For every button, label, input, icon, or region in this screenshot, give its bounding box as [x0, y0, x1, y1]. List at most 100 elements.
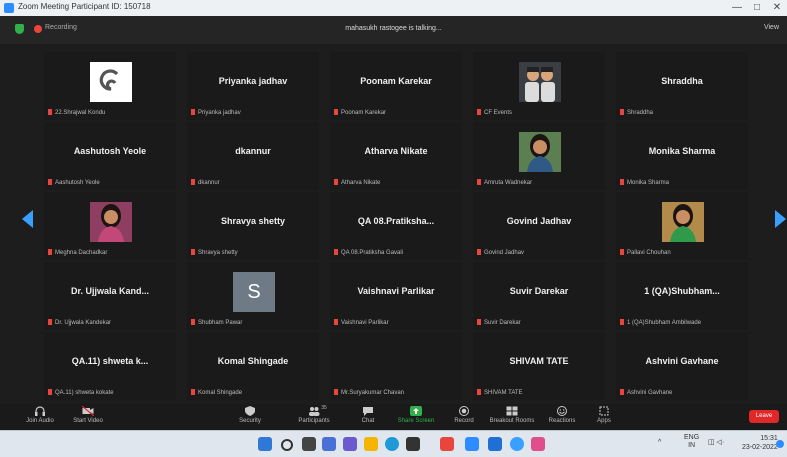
edge-browser-icon[interactable] [385, 437, 399, 451]
store-icon[interactable] [406, 437, 420, 451]
participant-tile[interactable]: Komal Shingade Komal Shingade [187, 332, 319, 400]
participant-name-label: Monika Sharma [620, 179, 669, 186]
notification-icon[interactable] [776, 440, 784, 448]
meeting-controls: Join Audio Start Video Security Particip… [0, 404, 787, 430]
participant-name-label: Pallavi Chouhan [620, 249, 671, 256]
chat-button[interactable]: Chat [344, 406, 392, 424]
breakout-rooms-label: Breakout Rooms [489, 418, 535, 424]
participant-name-label: Amruta Wadnekar [477, 179, 532, 186]
office-app-icon[interactable] [440, 437, 454, 451]
teams-chat-icon[interactable] [343, 437, 357, 451]
participant-tile[interactable]: SHIVAM TATE SHIVAM TATE [473, 332, 605, 400]
windows-start-icon[interactable] [258, 437, 272, 451]
participant-tile[interactable]: Aashutosh Yeole Aashutosh Yeole [44, 122, 176, 190]
participant-tile[interactable]: dkannur dkannur [187, 122, 319, 190]
participant-name-label: Vaishnavi Parlikar [334, 319, 389, 326]
windows-taskbar: ^ ENG IN ◫ ◁· 15:31 23-02-2022 [0, 430, 787, 457]
language-label: ENG [684, 434, 700, 441]
participant-tile[interactable]: Pallavi Chouhan [616, 192, 748, 260]
breakout-icon [506, 406, 518, 416]
file-explorer-icon[interactable] [364, 437, 378, 451]
record-button[interactable]: Record [440, 406, 488, 424]
active-speaker-text: mahasukh rastogee is talking... [345, 25, 442, 32]
apps-icon [599, 406, 609, 416]
security-button[interactable]: Security [226, 406, 274, 424]
chat-label: Chat [361, 418, 375, 424]
participant-tile[interactable]: Meghna Dachadkar [44, 192, 176, 260]
participant-tile[interactable]: Priyanka jadhav Priyanka jadhav [187, 52, 319, 120]
participant-tile[interactable]: Amruta Wadnekar [473, 122, 605, 190]
participant-tile[interactable]: S Shubham Pawar [187, 262, 319, 330]
participant-tile[interactable]: Govind Jadhav Govind Jadhav [473, 192, 605, 260]
participant-name-label: Shubham Pawar [191, 319, 242, 326]
participant-name-label: Dr. Ujjwala Kandekar [48, 319, 111, 326]
window-title: Zoom Meeting Participant ID: 150718 [18, 2, 151, 11]
participant-tile[interactable]: Vaishnavi Parlikar Vaishnavi Parlikar [330, 262, 462, 330]
participant-tile[interactable]: QA.11) shweta k... QA.11) shweta kokate [44, 332, 176, 400]
reactions-button[interactable]: Reactions [538, 406, 586, 424]
participant-tile[interactable]: QA 08.Pratiksha... QA 08.Pratiksha Gavali [330, 192, 462, 260]
next-page-arrow-icon[interactable] [775, 210, 786, 228]
join-audio-label: Join Audio [26, 418, 54, 424]
participant-display-name: Dr. Ujjwala Kand... [70, 286, 150, 296]
network-volume-icon[interactable]: ◫ ◁· [708, 438, 724, 446]
participant-grid: 22.Shrajwal Kondu Priyanka jadhav Priyanka… [44, 52, 754, 400]
participant-tile[interactable]: Shraddha Shraddha [616, 52, 748, 120]
breakout-rooms-button[interactable]: Breakout Rooms [488, 406, 536, 424]
participant-tile[interactable]: CF Events [473, 52, 605, 120]
letter-avatar: S [233, 272, 275, 312]
shield-icon [245, 406, 255, 416]
outlook-icon[interactable] [488, 437, 502, 451]
participant-tile[interactable]: Atharva Nikate Atharva Nikate [330, 122, 462, 190]
start-video-button[interactable]: Start Video [64, 406, 112, 424]
join-audio-button[interactable]: Join Audio [16, 406, 64, 424]
language-indicator[interactable]: ENG IN [684, 434, 699, 450]
participant-tile[interactable]: Ashvini Gavhane Ashvini Gavhane [616, 332, 748, 400]
participant-display-name: Vaishnavi Parlikar [357, 286, 435, 296]
task-view-icon[interactable] [302, 437, 316, 451]
start-video-label: Start Video [73, 418, 103, 424]
photos-icon[interactable] [531, 437, 545, 451]
leave-button[interactable]: Leave [749, 410, 779, 423]
close-button[interactable]: ✕ [764, 1, 787, 15]
profile-photo-avatar [90, 202, 132, 242]
participant-name-label: Priyanka jadhav [191, 109, 241, 116]
share-screen-label: Share Screen [397, 418, 435, 424]
record-icon [459, 406, 469, 416]
participant-name-label: 1 (QA)Shubham Ambilwade [620, 319, 701, 326]
participant-tile[interactable]: Poonam Karekar Poonam Karekar [330, 52, 462, 120]
share-screen-button[interactable]: Share Screen [392, 406, 440, 424]
clock[interactable]: 15:31 23-02-2022 [742, 434, 778, 452]
participant-name-label: QA.11) shweta kokate [48, 389, 114, 396]
apps-button[interactable]: Apps [580, 406, 628, 424]
participant-name-label: Suvir Darekar [477, 319, 521, 326]
participant-display-name: Komal Shingade [217, 356, 289, 366]
participant-display-name: Aashutosh Yeole [73, 146, 147, 156]
record-label: Record [454, 418, 474, 424]
participant-display-name: SHIVAM TATE [509, 356, 569, 366]
clock-date: 23-02-2022 [742, 444, 778, 451]
view-button[interactable]: View [764, 24, 779, 31]
participant-tile[interactable]: Shravya shetty Shravya shetty [187, 192, 319, 260]
participant-display-name: dkannur [235, 146, 271, 156]
tray-chevron-icon[interactable]: ^ [658, 439, 661, 446]
window-titlebar: Zoom Meeting Participant ID: 150718 — □ … [0, 0, 787, 17]
app-taskbar-icon[interactable] [510, 437, 524, 451]
participant-display-name: Monika Sharma [648, 146, 716, 156]
share-screen-icon [410, 406, 422, 416]
participant-tile[interactable]: Mr.Suryakumar Chavan [330, 332, 462, 400]
widgets-icon[interactable] [322, 437, 336, 451]
profile-logo-avatar [90, 62, 132, 102]
participant-tile[interactable]: 1 (QA)Shubham... 1 (QA)Shubham Ambilwade [616, 262, 748, 330]
previous-page-arrow-icon[interactable] [22, 210, 33, 228]
reactions-icon [557, 406, 567, 416]
zoom-taskbar-icon[interactable] [465, 437, 479, 451]
participant-name-label: Shraddha [620, 109, 653, 116]
zoom-logo-icon [4, 3, 14, 13]
participant-tile[interactable]: Suvir Darekar Suvir Darekar [473, 262, 605, 330]
participant-tile[interactable]: 22.Shrajwal Kondu [44, 52, 176, 120]
participant-tile[interactable]: Monika Sharma Monika Sharma [616, 122, 748, 190]
apps-label: Apps [597, 418, 611, 424]
search-icon[interactable] [281, 439, 293, 451]
participant-tile[interactable]: Dr. Ujjwala Kand... Dr. Ujjwala Kandekar [44, 262, 176, 330]
